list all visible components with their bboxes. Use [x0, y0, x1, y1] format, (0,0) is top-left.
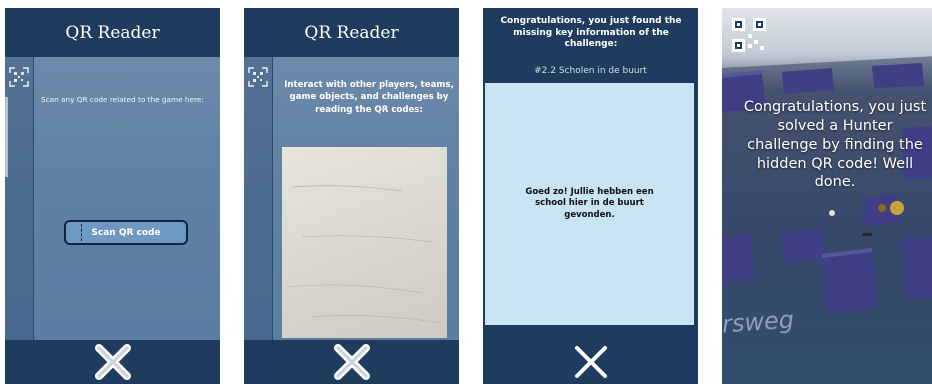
scan-frame-icon[interactable] — [9, 67, 29, 87]
info-card: Goed zo! Jullie hebben een school hier i… — [485, 83, 694, 325]
paper-texture — [286, 185, 443, 324]
interact-instructions: Interact with other players, teams, game… — [284, 80, 454, 115]
scan-instructions: Scan any QR code related to the game her… — [41, 95, 204, 104]
camera-viewfinder[interactable] — [282, 147, 447, 338]
side-column — [5, 57, 34, 340]
screen-title: QR Reader — [304, 22, 399, 43]
button-notch — [81, 224, 82, 241]
scan-frame-icon[interactable] — [248, 67, 268, 87]
screen-title: QR Reader — [65, 22, 160, 43]
key-information-screen: Congratulations, you just found the miss… — [483, 8, 698, 384]
qr-code-icon — [732, 18, 766, 52]
bottom-bar — [244, 340, 459, 384]
qr-reader-screen-camera: QR Reader Interact with other players, t… — [244, 8, 459, 384]
success-message: Congratulations, you just solved a Hunte… — [743, 99, 927, 191]
top-bar: QR Reader — [5, 8, 220, 57]
challenge-id: #2.2 Scholen in de buurt — [534, 66, 647, 76]
drawer-handle[interactable] — [5, 97, 8, 177]
close-icon[interactable] — [330, 340, 374, 384]
reader-body: Scan any QR code related to the game her… — [5, 57, 220, 340]
bottom-bar — [5, 340, 220, 384]
bottom-bar — [483, 340, 698, 384]
scan-button-label: Scan QR code — [91, 227, 161, 238]
reader-body: Interact with other players, teams, game… — [244, 57, 459, 340]
hunter-challenge-success-screen: Congratulations, you just solved a Hunte… — [722, 8, 932, 384]
qr-reader-screen-scan: QR Reader Scan any QR code related to th… — [5, 8, 220, 384]
close-icon[interactable] — [569, 340, 613, 384]
key-information-text: Goed zo! Jullie hebben een school hier i… — [525, 186, 654, 220]
scan-qr-code-button[interactable]: Scan QR code — [64, 220, 188, 245]
close-icon[interactable] — [91, 340, 135, 384]
map-street-label: rsweg — [722, 305, 795, 339]
top-bar: QR Reader — [244, 8, 459, 57]
side-column — [244, 57, 273, 340]
congrats-heading: Congratulations, you just found the miss… — [500, 16, 682, 50]
